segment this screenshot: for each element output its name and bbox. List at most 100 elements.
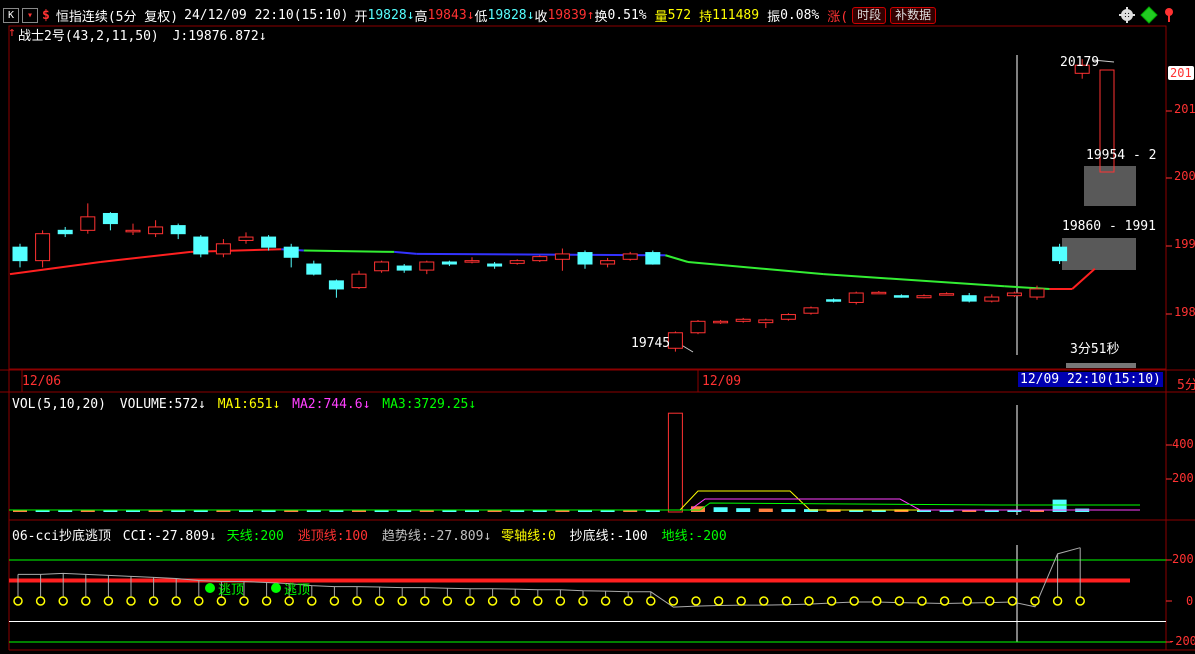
stock-chart-window: { "header": { "k_label": "K", "dropdown_… bbox=[0, 0, 1195, 654]
signal-dot bbox=[205, 583, 215, 593]
signal-label: 逃顶 bbox=[218, 583, 245, 598]
candle-body bbox=[80, 216, 96, 231]
zero-axis-marker bbox=[962, 596, 972, 606]
zero-axis-marker bbox=[307, 596, 317, 606]
volume-bar bbox=[239, 510, 253, 512]
candle-body bbox=[554, 253, 570, 260]
volume-bar bbox=[329, 510, 344, 512]
time-axis-cursor: 12/09 22:10(15:10) bbox=[1018, 372, 1163, 387]
ma-line-segment bbox=[394, 250, 417, 255]
cci-axis-label: 200 bbox=[1172, 552, 1194, 566]
zero-axis-marker bbox=[804, 596, 814, 606]
down-arrow-icon: ↓ bbox=[483, 529, 492, 544]
candle-body bbox=[690, 320, 706, 334]
candle-body bbox=[261, 236, 277, 248]
zero-label: 零轴线: bbox=[501, 529, 548, 544]
ma-line-segment bbox=[100, 250, 191, 263]
candle-body bbox=[1029, 288, 1045, 298]
vol-title: VOL(5,10,20) bbox=[12, 397, 106, 412]
countdown-timer: 3分51秒 bbox=[1070, 342, 1120, 357]
candle-body bbox=[102, 212, 118, 225]
box1-label: 19954 - 2 bbox=[1086, 148, 1157, 163]
candle-body bbox=[713, 320, 729, 324]
volume-bar bbox=[555, 510, 570, 512]
zero-axis-marker bbox=[58, 596, 68, 606]
bottom-label: 抄底线: bbox=[569, 529, 617, 544]
zero-axis-marker bbox=[487, 596, 498, 606]
zero-axis-marker bbox=[894, 596, 905, 606]
candle-body bbox=[871, 291, 887, 295]
zero-axis-marker bbox=[284, 596, 294, 606]
volume-bar bbox=[667, 412, 683, 513]
vol-axis-label: 400 bbox=[1172, 437, 1194, 451]
top-label: 逃顶线: bbox=[297, 529, 345, 544]
candle-body bbox=[826, 299, 842, 302]
candle-body bbox=[916, 295, 932, 299]
candle-body bbox=[893, 295, 909, 298]
volume-bar bbox=[103, 510, 118, 512]
time-axis-mid-date: 12/09 bbox=[702, 374, 742, 389]
box2-label: 19860 - 1991 bbox=[1062, 219, 1156, 234]
candle-body bbox=[780, 314, 796, 320]
volume-bar bbox=[600, 510, 615, 512]
candle-body bbox=[35, 233, 51, 262]
zero-axis-marker bbox=[216, 596, 227, 606]
cci-axis-label: -200 bbox=[1168, 634, 1195, 648]
volume-bar bbox=[284, 510, 299, 512]
cci-label: CCI: bbox=[122, 529, 155, 544]
zero-axis-marker bbox=[261, 596, 272, 606]
candle-body bbox=[12, 246, 28, 262]
vol-volume-label: VOLUME: bbox=[119, 397, 175, 412]
volume-bar bbox=[126, 510, 140, 512]
zero-axis-marker bbox=[148, 596, 159, 606]
ma1-label: MA1: bbox=[217, 397, 249, 412]
candle-body bbox=[193, 236, 209, 255]
candle-body bbox=[396, 265, 412, 271]
candle-body bbox=[487, 263, 503, 267]
cci-axis-label: 0 bbox=[1186, 594, 1194, 608]
range-box bbox=[1066, 363, 1136, 368]
candle-body bbox=[509, 260, 525, 264]
vol-axis-label: 200 bbox=[1172, 471, 1194, 485]
chart-canvas[interactable] bbox=[0, 0, 1195, 654]
price-axis-label: 199 bbox=[1174, 237, 1195, 251]
signal-label: 逃顶 bbox=[284, 583, 311, 598]
ma3-value: 3729.25 bbox=[413, 397, 469, 412]
zero-axis-marker bbox=[578, 596, 588, 606]
top-value: 100 bbox=[344, 529, 369, 544]
down-arrow-icon: ↓ bbox=[468, 397, 477, 412]
candle-body bbox=[215, 243, 231, 255]
zero-axis-marker bbox=[691, 596, 701, 606]
volume-panel-header: VOL(5,10,20) VOLUME:572↓ MA1:651↓ MA2:74… bbox=[12, 397, 476, 412]
price-axis-label: 200 bbox=[1174, 169, 1195, 183]
candle-body bbox=[419, 261, 435, 271]
volume-bar bbox=[397, 510, 412, 512]
time-axis-end: 5分 bbox=[1177, 378, 1195, 393]
sky-value: 200 bbox=[260, 529, 284, 544]
zero-axis-marker bbox=[239, 596, 249, 606]
volume-bar bbox=[35, 510, 50, 512]
candle-body bbox=[328, 280, 344, 290]
volume-bar bbox=[148, 510, 163, 512]
zero-axis-marker bbox=[374, 596, 385, 606]
volume-bar bbox=[623, 510, 638, 512]
zero-axis-marker bbox=[103, 596, 114, 606]
candle-body bbox=[170, 225, 186, 235]
range-box bbox=[1062, 238, 1136, 270]
volume-bar bbox=[487, 510, 502, 512]
candle-body bbox=[441, 261, 457, 265]
ma-line-segment bbox=[665, 254, 689, 263]
volume-bar bbox=[465, 510, 479, 512]
zero-axis-marker bbox=[171, 596, 181, 606]
candle-body bbox=[803, 307, 819, 314]
zero-axis-marker bbox=[985, 596, 995, 606]
zero-axis-marker bbox=[668, 596, 679, 606]
volume-bar bbox=[261, 510, 276, 512]
volume-bar bbox=[758, 508, 773, 512]
zero-axis-marker bbox=[465, 596, 475, 606]
vol-ma3-line bbox=[9, 502, 1140, 511]
zero-axis-marker bbox=[1030, 596, 1040, 606]
zero-axis-marker bbox=[1007, 596, 1018, 606]
volume-bar bbox=[736, 508, 751, 512]
zero-axis-marker bbox=[81, 596, 91, 606]
